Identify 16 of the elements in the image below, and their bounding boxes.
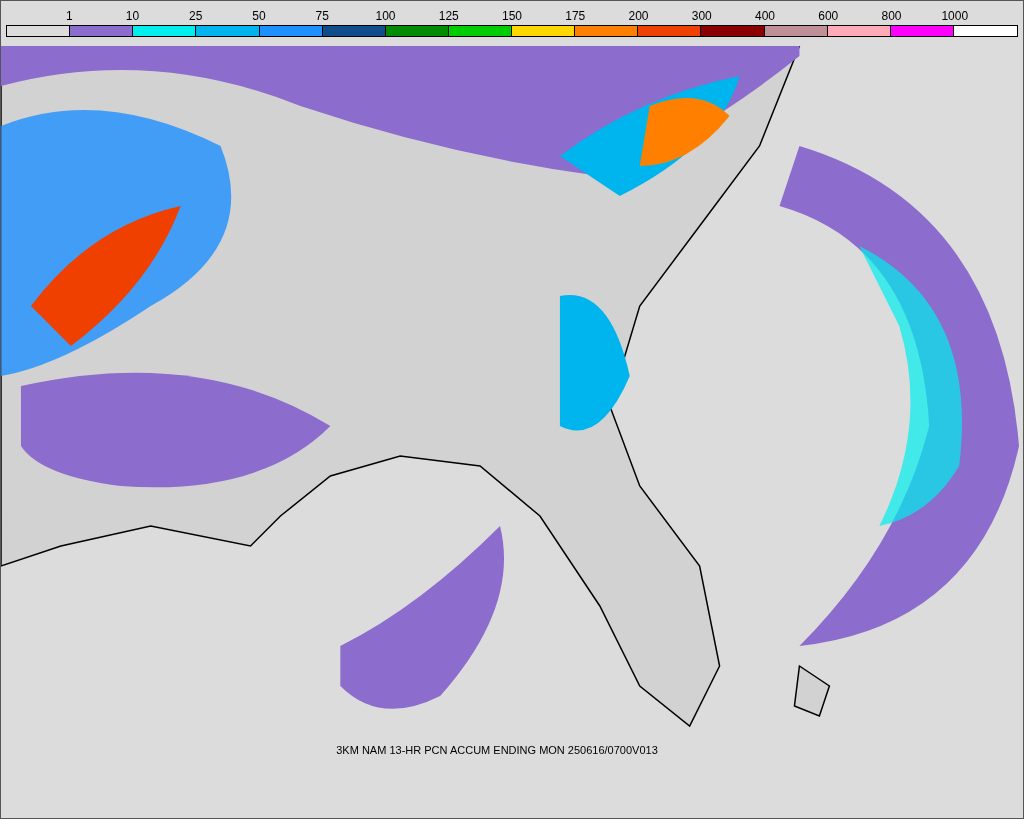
legend-label: 1 (65, 8, 73, 25)
legend-label: 800 (881, 8, 902, 25)
legend-label: 200 (628, 8, 649, 25)
legend-label: 10 (125, 8, 140, 25)
legend-label: 175 (565, 8, 586, 25)
legend-label: 100 (375, 8, 396, 25)
legend-label: 150 (502, 8, 522, 25)
legend-label: 125 (438, 8, 459, 25)
legend-label: 600 (818, 8, 839, 25)
legend-label: 1000 (941, 8, 969, 25)
map-caption: 3KM NAM 13-HR PCN ACCUM ENDING MON 250616/0700V013 (335, 744, 659, 756)
legend-label: 75 (315, 8, 329, 25)
legend-label: 50 (252, 8, 266, 25)
legend-label: 400 (755, 8, 775, 25)
legend-label: 25 (189, 8, 203, 25)
legend-label: 300 (691, 8, 712, 25)
